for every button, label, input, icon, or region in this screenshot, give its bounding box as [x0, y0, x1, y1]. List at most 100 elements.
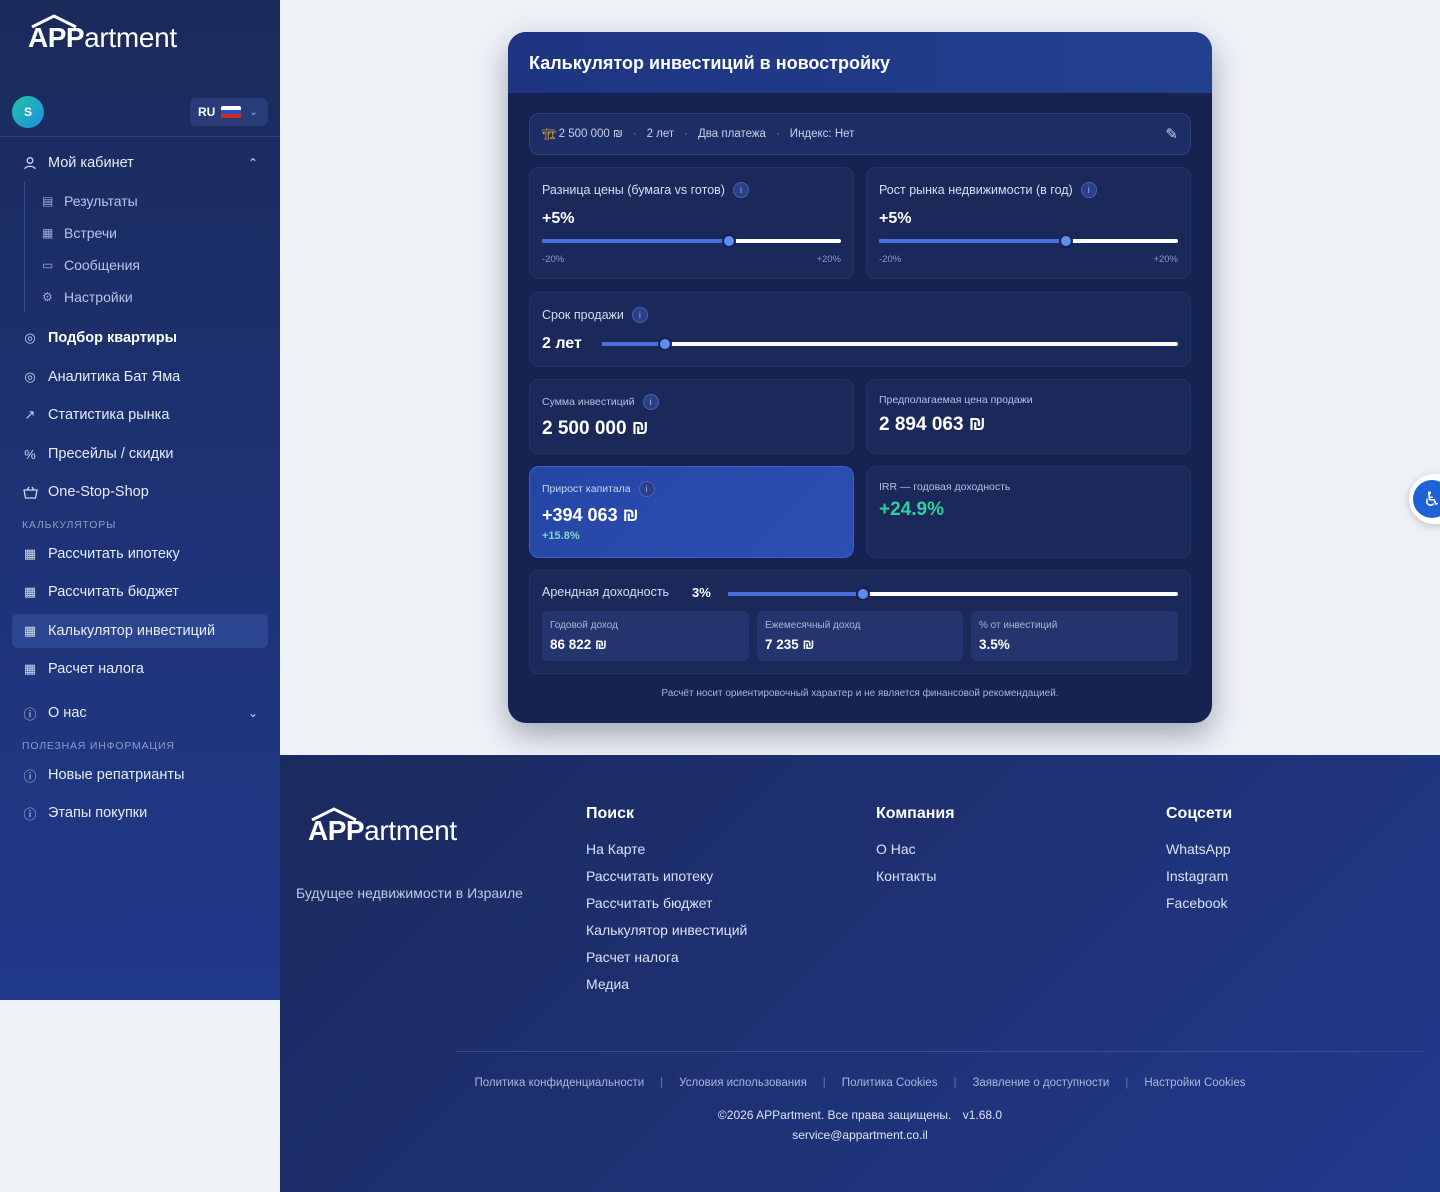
nav-budget-calculator[interactable]: ▦ Рассчитать бюджет — [12, 575, 268, 609]
market-growth-label-row: Рост рынка недвижимости (в год) i — [879, 182, 1097, 198]
nav-label: Аналитика Бат Яма — [48, 369, 181, 385]
slider-thumb[interactable] — [1058, 234, 1073, 248]
section-label-useful: ПОЛЕЗНАЯ ИНФОРМАЦИЯ — [22, 740, 175, 752]
footer-link[interactable]: Рассчитать бюджет — [586, 895, 747, 911]
accessibility-statement-link[interactable]: Заявление о доступности — [972, 1077, 1109, 1089]
separator: | — [953, 1077, 957, 1089]
language-code: RU — [198, 105, 216, 119]
nav-mortgage-calculator[interactable]: ▦ Рассчитать ипотеку — [12, 537, 268, 571]
summary-bar[interactable]: 🏗 2 500 000 ₪ · 2 лет · Два платежа · Ин… — [529, 113, 1191, 155]
sale-term-slider[interactable] — [602, 337, 1178, 351]
nav-apartment-search[interactable]: ◎ Подбор квартиры — [12, 321, 268, 355]
market-growth-slider[interactable] — [879, 234, 1178, 248]
sale-term-value: 2 лет — [542, 335, 582, 352]
nav-new-olim[interactable]: ⓘ Новые репатрианты — [12, 758, 268, 792]
submenu-line — [24, 182, 25, 312]
info-icon[interactable]: i — [631, 307, 648, 323]
logo[interactable]: APP artment — [28, 14, 177, 54]
capital-gain-value: +394 063 ₪ — [542, 505, 639, 525]
capital-gain-label-row: Прирост капитала i — [542, 481, 655, 497]
nav-one-stop-shop[interactable]: One-Stop-Shop — [12, 475, 268, 509]
nav-market-stats[interactable]: ↗ Статистика рынка — [12, 398, 268, 432]
sale-term-label: Срок продажи — [542, 308, 624, 322]
info-icon[interactable]: i — [732, 182, 749, 198]
slider-thumb[interactable] — [721, 234, 736, 248]
cookies-policy-link[interactable]: Политика Cookies — [842, 1077, 938, 1089]
slider-fill — [602, 342, 666, 346]
footer-link[interactable]: Facebook — [1166, 895, 1232, 911]
nav-label: Мой кабинет — [48, 155, 134, 171]
contact-email[interactable]: service@appartment.co.il — [280, 1128, 1440, 1142]
info-icon[interactable]: i — [638, 481, 655, 497]
summary-payments: Два платежа — [698, 128, 766, 140]
rental-yield-label: Арендная доходность — [542, 585, 670, 599]
sale-term-panel: Срок продажи i 2 лет — [529, 292, 1191, 367]
legal-links: Политика конфиденциальности | Условия ис… — [280, 1077, 1440, 1089]
price-diff-slider[interactable] — [542, 234, 841, 248]
footer-col-company: Компания О Нас Контакты — [876, 805, 955, 895]
accessibility-button[interactable]: ♿ — [1409, 474, 1440, 524]
footer-tagline: Будущее недвижимости в Израиле — [296, 885, 523, 901]
nav-purchase-steps[interactable]: ⓘ Этапы покупки — [12, 796, 268, 830]
slider-thumb[interactable] — [658, 337, 673, 351]
footer-link[interactable]: Рассчитать ипотеку — [586, 868, 747, 884]
footer-link[interactable]: На Карте — [586, 841, 747, 857]
trending-up-icon: ↗ — [24, 407, 36, 422]
slider-min: -20% — [879, 254, 902, 265]
rental-yield-slider[interactable] — [728, 587, 1178, 601]
footer-link[interactable]: Медиа — [586, 976, 747, 992]
cookie-settings-link[interactable]: Настройки Cookies — [1144, 1077, 1245, 1089]
sub-item-results[interactable]: ▤ Результаты — [42, 187, 138, 215]
footer: APP artment Будущее недвижимости в Израи… — [280, 755, 1440, 1192]
footer-col-title: Поиск — [586, 805, 635, 822]
footer-link[interactable]: WhatsApp — [1166, 841, 1232, 857]
footer-logo[interactable]: APP artment — [308, 807, 457, 847]
nav-bat-yam-analytics[interactable]: ◎ Аналитика Бат Яма — [12, 360, 268, 394]
calendar-icon: ▦ — [42, 226, 54, 240]
sub-item-meetings[interactable]: ▦ Встречи — [42, 219, 117, 247]
footer-col-social: Соцсети WhatsApp Instagram Facebook — [1166, 805, 1232, 922]
terms-link[interactable]: Условия использования — [679, 1077, 807, 1089]
slider-thumb[interactable] — [856, 587, 870, 601]
sale-term-label-row: Срок продажи i — [542, 307, 648, 323]
percent-of-investment-label: % от инвестиций — [979, 620, 1058, 631]
sub-item-messages[interactable]: ▭ Сообщения — [42, 251, 140, 279]
nav-investment-calculator[interactable]: ▦ Калькулятор инвестиций — [12, 614, 268, 648]
sub-label: Сообщения — [64, 257, 140, 273]
nav-presales[interactable]: % Пресейлы / скидки — [12, 437, 268, 471]
avatar[interactable]: S — [12, 96, 44, 128]
language-selector[interactable]: RU ⌄ — [190, 98, 268, 126]
footer-link[interactable]: О Нас — [876, 841, 955, 857]
edit-pencil-icon[interactable]: ✎ — [1165, 125, 1178, 143]
sub-label: Настройки — [64, 289, 133, 305]
sub-item-settings[interactable]: ⚙ Настройки — [42, 283, 133, 311]
accessibility-icon: ♿ — [1413, 480, 1440, 518]
footer-link[interactable]: Калькулятор инвестиций — [586, 922, 747, 938]
price-diff-label: Разница цены (бумага vs готов) — [542, 183, 725, 197]
nav-about[interactable]: ⓘ О нас ⌄ — [12, 696, 268, 730]
logo-app-text: APP — [308, 815, 365, 846]
percent-of-investment-value: 3.5% — [979, 637, 1010, 652]
logo-rest-text: artment — [364, 815, 457, 846]
investment-sum-panel: Сумма инвестиций i 2 500 000 ₪ — [529, 379, 854, 454]
price-diff-label-row: Разница цены (бумага vs готов) i — [542, 182, 749, 198]
price-diff-panel: Разница цены (бумага vs готов) i +5% -20… — [529, 167, 854, 279]
rental-yield-value: 3% — [692, 585, 711, 600]
calculator-icon: ▦ — [23, 546, 37, 561]
expected-price-panel: Предполагаемая цена продажи 2 894 063 ₪ — [866, 379, 1191, 454]
annual-income-box: Годовой доход 86 822 ₪ — [542, 611, 749, 661]
footer-link[interactable]: Контакты — [876, 868, 955, 884]
footer-link[interactable]: Instagram — [1166, 868, 1232, 884]
privacy-policy-link[interactable]: Политика конфиденциальности — [475, 1077, 645, 1089]
calculator-icon: ▦ — [23, 584, 37, 599]
percent-icon: % — [24, 446, 36, 462]
footer-link[interactable]: Расчет налога — [586, 949, 747, 965]
info-icon[interactable]: i — [1080, 182, 1097, 198]
separator: | — [660, 1077, 664, 1089]
nav-tax-calculator[interactable]: ▦ Расчет налога — [12, 652, 268, 686]
info-icon[interactable]: i — [642, 394, 659, 410]
divider — [0, 136, 280, 137]
disclaimer: Расчёт носит ориентировочный характер и … — [661, 688, 1059, 699]
nav-my-cabinet[interactable]: Мой кабинет ⌃ — [12, 146, 268, 180]
investment-sum-label: Сумма инвестиций — [542, 396, 635, 408]
